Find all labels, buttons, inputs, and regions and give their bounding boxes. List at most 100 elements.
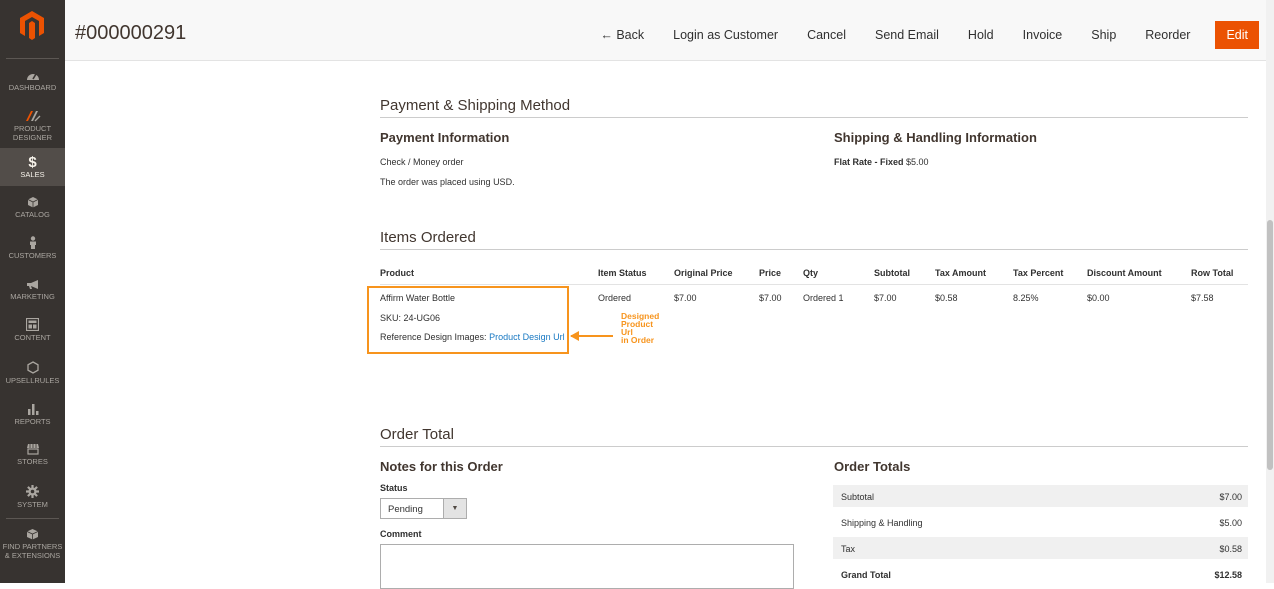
status-label: Status [380, 483, 408, 493]
section-divider [380, 446, 1248, 447]
vertical-scrollbar[interactable] [1266, 0, 1274, 583]
totals-label: Subtotal [841, 492, 875, 502]
sidebar-item-label: STORES [17, 457, 48, 466]
subtotal: $7.00 [874, 293, 897, 303]
sidebar-item-label: SALES [20, 170, 45, 179]
totals-row-tax: Tax $0.58 [833, 537, 1248, 559]
scrollbar-thumb[interactable] [1267, 220, 1273, 470]
magento-logo[interactable] [18, 10, 46, 40]
partners-box-icon [26, 529, 39, 540]
tax-amount: $0.58 [935, 293, 958, 303]
items-ordered-title: Items Ordered [380, 229, 476, 246]
status-select-value: Pending [388, 504, 423, 515]
sidebar-item-label: CONTENT [14, 333, 51, 342]
notes-heading: Notes for this Order [380, 459, 503, 474]
totals-label: Grand Total [841, 570, 891, 580]
comment-textarea[interactable] [380, 544, 794, 589]
sidebar-item-dashboard[interactable]: DASHBOARD [0, 70, 65, 94]
sidebar-item-customers[interactable]: CUSTOMERS [0, 236, 65, 260]
bar-chart-icon [27, 404, 38, 415]
column-header: Subtotal [874, 268, 910, 278]
box-icon [27, 197, 38, 208]
shipping-information-heading: Shipping & Handling Information [834, 130, 1037, 145]
status-select[interactable]: Pending ▼ [380, 498, 467, 519]
sidebar-item-reports[interactable]: REPORTS [0, 402, 65, 428]
admin-sidebar: DASHBOARD PRODUCT DESIGNER $ SALES CATAL… [0, 0, 65, 583]
column-header: Price [759, 268, 782, 278]
invoice-button[interactable]: Invoice [1023, 28, 1063, 42]
cancel-button[interactable]: Cancel [807, 28, 846, 42]
sidebar-item-label: REPORTS [14, 417, 51, 426]
send-email-button[interactable]: Send Email [875, 28, 939, 42]
section-divider [380, 117, 1248, 118]
page-title: #000000291 [75, 22, 187, 44]
sidebar-item-stores[interactable]: STORES [0, 443, 65, 469]
megaphone-icon [26, 280, 38, 289]
sidebar-item-upsellrules[interactable]: UPSELLRULES [0, 361, 65, 387]
shipping-price: $5.00 [906, 157, 929, 167]
column-header: Product [380, 268, 415, 278]
discount-amount: $0.00 [1087, 293, 1110, 303]
sidebar-item-sales[interactable]: $ SALES [0, 148, 65, 186]
price: $7.00 [759, 293, 782, 303]
sidebar-item-label: DASHBOARD [8, 83, 57, 92]
sidebar-item-label: CATALOG [15, 210, 50, 219]
login-as-customer-button[interactable]: Login as Customer [673, 28, 778, 42]
shipping-method: Flat Rate - Fixed $5.00 [834, 157, 929, 167]
sidebar-item-catalog[interactable]: CATALOG [0, 196, 65, 220]
sidebar-item-label: CUSTOMERS [8, 251, 57, 260]
shipping-method-name: Flat Rate - Fixed [834, 157, 904, 167]
totals-value: $7.00 [1219, 492, 1242, 502]
tax-percent: 8.25% [1013, 293, 1039, 303]
item-status: Ordered [598, 293, 632, 303]
column-header: Discount Amount [1087, 268, 1162, 278]
dollar-icon: $ [28, 154, 37, 171]
column-header: Row Total [1191, 268, 1234, 278]
column-header: Tax Amount [935, 268, 986, 278]
sidebar-item-label: UPSELLRULES [5, 376, 60, 385]
column-header: Qty [803, 268, 819, 278]
sidebar-item-find-partners[interactable]: FIND PARTNERS & EXTENSIONS [0, 528, 65, 562]
sidebar-item-content[interactable]: CONTENT [0, 318, 65, 344]
totals-label: Shipping & Handling [841, 518, 923, 528]
column-header: Original Price [674, 268, 733, 278]
sidebar-item-label: FIND PARTNERS [2, 542, 63, 551]
order-totals-heading: Order Totals [834, 459, 911, 474]
qty: Ordered 1 [803, 293, 844, 303]
sidebar-item-label: SYSTEM [17, 500, 48, 509]
order-total-title: Order Total [380, 426, 454, 443]
sidebar-divider [6, 58, 59, 59]
original-price: $7.00 [674, 293, 697, 303]
page-actions: ← Back Login as Customer Cancel Send Ema… [571, 20, 1259, 50]
totals-value: $5.00 [1219, 518, 1242, 528]
sidebar-divider [6, 518, 59, 519]
payment-information-heading: Payment Information [380, 130, 510, 145]
section-divider [380, 249, 1248, 250]
dashboard-icon [26, 73, 39, 80]
ship-button[interactable]: Ship [1091, 28, 1116, 42]
totals-row-shipping: Shipping & Handling $5.00 [833, 511, 1248, 533]
sidebar-item-label: PRODUCT [13, 124, 52, 133]
product-designer-icon [25, 111, 40, 122]
totals-row-subtotal: Subtotal $7.00 [833, 485, 1248, 507]
payment-shipping-title: Payment & Shipping Method [380, 97, 571, 114]
row-total: $7.58 [1191, 293, 1214, 303]
column-header: Item Status [598, 268, 647, 278]
totals-value: $0.58 [1219, 544, 1242, 554]
person-icon [29, 236, 36, 249]
annotation-highlight-box [367, 286, 569, 354]
totals-value: $12.58 [1214, 570, 1242, 580]
sidebar-item-system[interactable]: SYSTEM [0, 485, 65, 511]
back-button[interactable]: ← Back [600, 28, 644, 42]
sidebar-item-product-designer[interactable]: PRODUCT DESIGNER [0, 110, 65, 144]
reorder-button[interactable]: Reorder [1145, 28, 1190, 42]
store-icon [26, 444, 39, 455]
annotation-line: in Order [621, 335, 655, 345]
payment-method: Check / Money order [380, 157, 464, 167]
sidebar-item-label: & EXTENSIONS [4, 551, 61, 560]
sidebar-item-marketing[interactable]: MARKETING [0, 279, 65, 303]
hexagon-icon [26, 361, 39, 374]
edit-button[interactable]: Edit [1215, 21, 1259, 49]
sidebar-item-label: MARKETING [10, 292, 55, 301]
hold-button[interactable]: Hold [968, 28, 994, 42]
